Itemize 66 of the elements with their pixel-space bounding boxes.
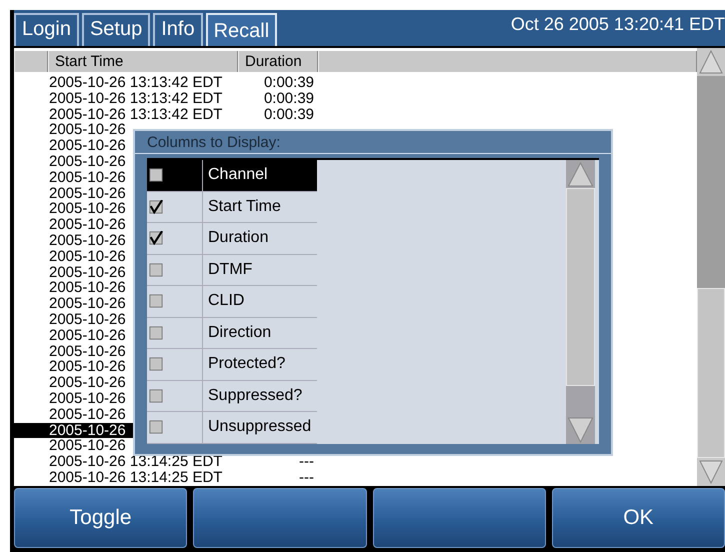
list-item[interactable]: Unsuppressed (147, 412, 317, 444)
table-cell[interactable]: 2005-10-26 (14, 328, 126, 344)
list-item[interactable]: DTMF (147, 254, 317, 286)
table-cell[interactable]: 2005-10-26 (14, 217, 126, 233)
scroll-up-icon[interactable] (697, 48, 725, 76)
softkey-button[interactable]: OK (552, 488, 725, 548)
tab[interactable]: Login (14, 13, 79, 46)
table-cell[interactable]: 2005-10-26 (14, 170, 126, 186)
table-cell[interactable]: 2005-10-26 (14, 422, 133, 438)
table-cell[interactable]: 2005-10-26 (14, 438, 126, 454)
checkbox[interactable] (149, 168, 163, 182)
table-cell[interactable]: 2005-10-26 (14, 312, 126, 328)
scroll-down-icon[interactable] (697, 458, 725, 486)
tab[interactable]: Recall (206, 13, 278, 49)
list-item[interactable]: CLID (147, 286, 317, 318)
checkbox[interactable] (149, 294, 163, 308)
scrollbar[interactable] (697, 48, 725, 486)
column-header[interactable]: Start Time (48, 51, 238, 72)
table-cell[interactable]: 2005-10-26 (14, 232, 126, 249)
table-cell: 0:00:39 (264, 90, 314, 107)
table-cell[interactable]: 2005-10-26 (14, 138, 126, 154)
checkbox[interactable] (149, 357, 163, 372)
table-cell: 0:00:39 (264, 75, 314, 91)
scroll-down-icon[interactable] (566, 416, 595, 444)
checkbox[interactable] (149, 200, 163, 214)
list-item[interactable]: Duration (147, 223, 317, 254)
table-cell[interactable]: 2005-10-26 (14, 186, 126, 202)
clock-text: Oct 26 2005 13:20:41 EDT (510, 14, 725, 35)
checkbox[interactable] (149, 262, 163, 277)
blank-softkey-button[interactable] (372, 488, 546, 548)
list-item[interactable]: Protected? (147, 349, 317, 380)
table-cell[interactable]: 2005-10-26 (14, 344, 126, 360)
table-cell[interactable]: 2005-10-26 (14, 122, 126, 138)
checkbox[interactable] (149, 326, 163, 340)
table-cell[interactable]: 2005-10-26 (14, 390, 126, 407)
list-item[interactable]: Suppressed? (147, 380, 317, 412)
column-header[interactable]: Duration (238, 51, 318, 72)
header-cell (14, 51, 48, 72)
table-cell: --- (299, 454, 314, 470)
checkbox[interactable] (149, 388, 163, 403)
table-cell[interactable]: 2005-10-26 13:14:25 EDT (14, 470, 222, 486)
table-cell: --- (299, 470, 314, 486)
blank-softkey-button[interactable] (193, 488, 366, 548)
table-cell: 0:00:39 (264, 106, 314, 122)
tab[interactable]: Setup (82, 13, 150, 46)
tab[interactable]: Info (153, 13, 203, 46)
table-cell[interactable]: 2005-10-26 (14, 296, 126, 312)
list-item[interactable]: Channel (147, 160, 317, 192)
table-cell[interactable]: 2005-10-26 13:13:42 EDT (14, 75, 222, 91)
list-item[interactable]: Start Time (147, 192, 317, 223)
table-cell[interactable]: 2005-10-26 (14, 280, 126, 296)
table-cell[interactable]: 2005-10-26 (14, 264, 126, 280)
table-cell[interactable]: 2005-10-26 (14, 154, 126, 170)
list-item[interactable]: Direction (147, 318, 317, 349)
dialog-title: Columns to Display: (147, 134, 280, 150)
table-cell[interactable]: 2005-10-26 (14, 375, 126, 391)
table-cell[interactable]: 2005-10-26 13:13:42 EDT (14, 90, 222, 107)
table-cell[interactable]: 2005-10-26 (14, 201, 126, 218)
checkbox[interactable] (149, 420, 163, 434)
table-cell[interactable]: 2005-10-26 (14, 359, 126, 376)
table-cell[interactable]: 2005-10-26 (14, 406, 126, 423)
table-cell[interactable]: 2005-10-26 (14, 248, 126, 265)
checkbox[interactable] (149, 231, 163, 246)
softkey-button[interactable]: Toggle (14, 488, 188, 548)
table-cell[interactable]: 2005-10-26 13:13:42 EDT (14, 106, 222, 122)
scrollbar[interactable] (566, 160, 595, 444)
